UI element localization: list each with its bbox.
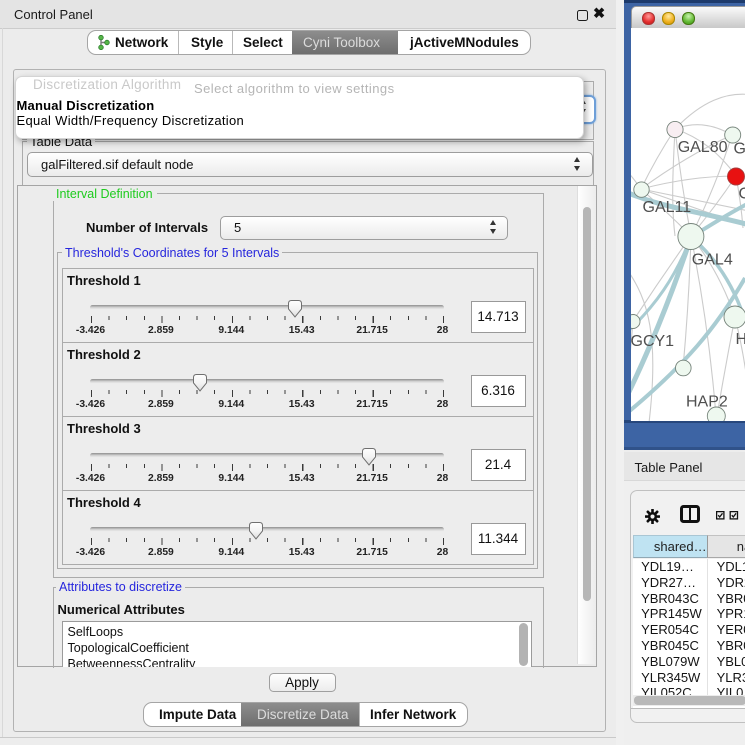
svg-text:H: H (736, 331, 745, 348)
svg-text:GAL11: GAL11 (643, 199, 692, 216)
svg-text:GAL4: GAL4 (692, 252, 733, 269)
svg-text:GA: GA (734, 141, 745, 158)
svg-text:GCY1: GCY1 (631, 333, 674, 350)
svg-text:GAL80: GAL80 (678, 139, 728, 156)
svg-text:C: C (739, 186, 745, 203)
svg-text:HAP2: HAP2 (686, 394, 728, 411)
